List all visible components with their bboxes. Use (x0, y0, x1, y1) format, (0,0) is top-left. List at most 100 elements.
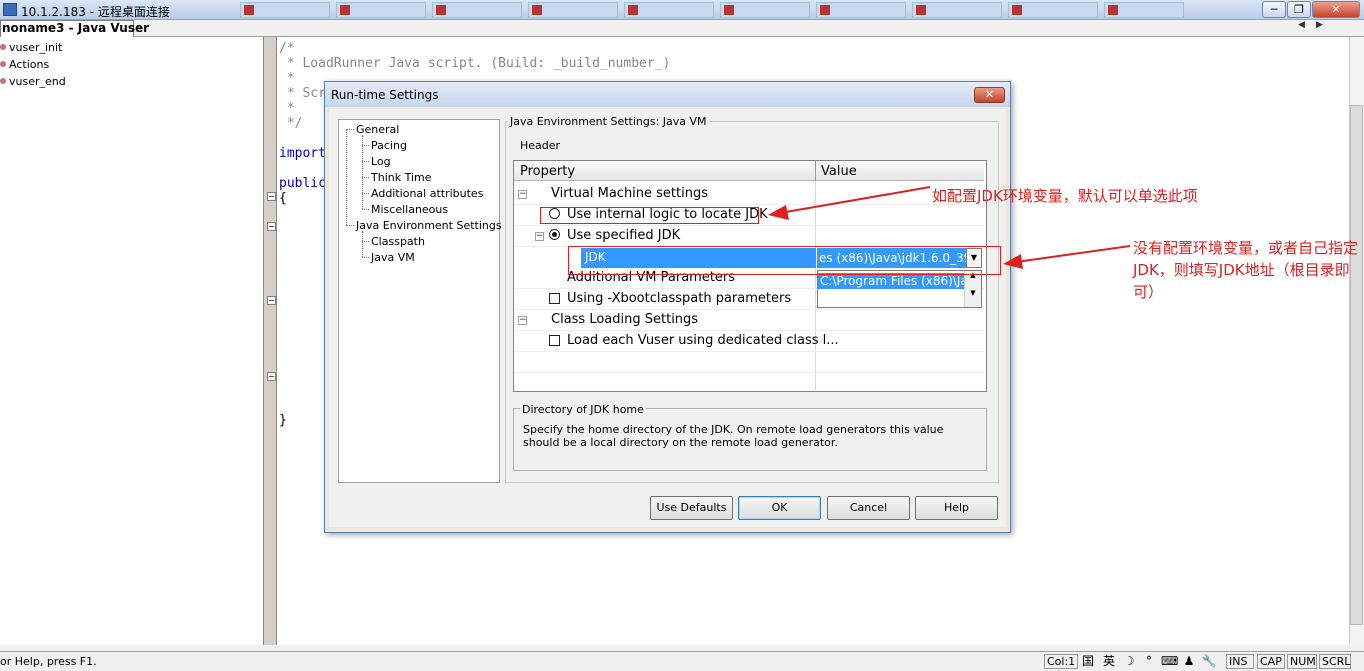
ime-settings-icon[interactable]: 🔧 (1201, 653, 1217, 669)
annotation-box-jdk (568, 246, 1001, 275)
ime-skin-icon[interactable]: ♟ (1181, 653, 1197, 669)
taskbar-tab[interactable] (624, 2, 714, 18)
taskbar-tab[interactable] (336, 2, 426, 18)
tree-item-vuser-end[interactable]: vuser_end (0, 75, 66, 88)
ime-moon-icon[interactable]: ☽ (1121, 653, 1137, 669)
fold-toggle-icon[interactable]: − (267, 372, 276, 381)
status-help-text: or Help, press F1. (0, 655, 97, 668)
app-icon (244, 5, 254, 15)
tree-connector (346, 129, 347, 225)
code-line: import (279, 146, 326, 161)
taskbar-tab[interactable] (1104, 2, 1184, 18)
row-divider (514, 309, 984, 310)
column-property[interactable]: Property (520, 164, 575, 179)
column-divider[interactable] (815, 161, 816, 181)
checkbox-load-each-vuser[interactable] (549, 335, 560, 346)
help-button[interactable]: Help (915, 496, 998, 520)
status-cap: CAP (1257, 654, 1285, 669)
app-icon (532, 5, 542, 15)
nav-pacing[interactable]: Pacing (371, 139, 407, 152)
row-load-each-vuser[interactable]: Load each Vuser using dedicated class l.… (567, 333, 839, 348)
action-icon (0, 44, 6, 50)
nav-log[interactable]: Log (371, 155, 391, 168)
taskbar-tab[interactable] (912, 2, 1002, 18)
pane-splitter[interactable] (263, 37, 277, 645)
row-vm-settings: Virtual Machine settings (551, 186, 709, 201)
group-title: Java Environment Settings: Java VM (508, 115, 709, 128)
script-tab[interactable]: noname3 - Java Vuser (0, 20, 149, 37)
taskbar-tab[interactable] (1008, 2, 1098, 18)
nav-classpath[interactable]: Classpath (371, 235, 425, 248)
tree-connector (362, 145, 369, 146)
restore-button[interactable]: ❐ (1287, 1, 1311, 18)
status-scrl: SCRL (1319, 654, 1351, 669)
tree-connector (362, 161, 369, 162)
code-line: * LoadRunner Java script. (Build: _build… (279, 56, 671, 71)
tree-connector (346, 129, 354, 130)
scroll-down-icon[interactable]: ▼ (965, 289, 981, 297)
radio-use-specified[interactable] (549, 229, 560, 240)
tree-item-vuser-init[interactable]: vuser_init (0, 41, 62, 54)
row-divider (514, 372, 984, 373)
ime-punctuation-icon[interactable]: ° (1141, 653, 1157, 669)
collapse-icon[interactable]: − (518, 316, 527, 325)
dialog-close-button[interactable]: ✕ (974, 87, 1005, 103)
row-divider (514, 351, 984, 352)
close-button[interactable]: ✕ (1312, 1, 1360, 18)
code-line: { (279, 191, 287, 206)
ok-button[interactable]: OK (738, 496, 821, 520)
taskbar-tab[interactable] (816, 2, 906, 18)
ime-mode-icon[interactable]: 国 (1080, 653, 1096, 669)
nav-java-environment-settings[interactable]: Java Environment Settings (356, 219, 502, 232)
tree-connector (362, 209, 369, 210)
ime-keyboard-icon[interactable]: ⌨ (1161, 653, 1178, 669)
app-icon (1012, 5, 1022, 15)
action-icon (0, 61, 6, 67)
collapse-icon[interactable]: − (535, 232, 544, 241)
nav-think-time[interactable]: Think Time (371, 171, 432, 184)
tab-scroll-right-icon[interactable]: ▶ (1316, 20, 1323, 30)
tree-connector (362, 241, 369, 242)
description-text: Specify the home directory of the JDK. O… (523, 423, 944, 449)
tab-scroll-left-icon[interactable]: ◀ (1298, 20, 1305, 30)
scrollbar-thumb[interactable] (1350, 105, 1363, 625)
app-icon (436, 5, 446, 15)
row-xbootclasspath[interactable]: Using -Xbootclasspath parameters (567, 291, 791, 306)
fold-toggle-icon[interactable]: − (267, 296, 276, 305)
tree-connector (346, 225, 354, 226)
row-divider (514, 204, 984, 205)
taskbar-tab[interactable] (720, 2, 810, 18)
nav-miscellaneous[interactable]: Miscellaneous (371, 203, 448, 216)
annotation-box-internal (540, 207, 759, 224)
minimize-button[interactable]: ─ (1262, 1, 1286, 18)
checkbox-xbootclasspath[interactable] (549, 293, 560, 304)
fold-toggle-icon[interactable]: − (267, 192, 276, 201)
taskbar-tab[interactable] (240, 2, 330, 18)
column-value[interactable]: Value (821, 164, 857, 179)
row-use-specified[interactable]: Use specified JDK (567, 228, 680, 243)
use-defaults-button[interactable]: Use Defaults (650, 496, 733, 520)
code-line: public (279, 176, 326, 191)
annotation-note-1: 如配置JDK环境变量，默认可以单选此项 (932, 187, 1198, 205)
ime-language-icon[interactable]: 英 (1101, 653, 1117, 669)
row-divider (514, 225, 984, 226)
action-tree (0, 37, 263, 645)
code-line: } (279, 413, 287, 428)
collapse-icon[interactable]: − (518, 190, 527, 199)
dropdown-option[interactable]: C:\Program Files (x86)\Java (818, 273, 964, 289)
status-num: NUM (1287, 654, 1317, 669)
app-icon (340, 5, 350, 15)
app-icon (724, 5, 734, 15)
cancel-button[interactable]: Cancel (827, 496, 910, 520)
row-class-loading: Class Loading Settings (551, 312, 699, 327)
dropdown-scrollbar[interactable]: ▲ ▼ (964, 271, 981, 307)
nav-general[interactable]: General (356, 123, 399, 136)
column-divider (815, 161, 816, 390)
nav-java-vm[interactable]: Java VM (371, 251, 415, 264)
taskbar-tab[interactable] (432, 2, 522, 18)
tree-item-actions[interactable]: Actions (0, 58, 49, 71)
taskbar-tab[interactable] (528, 2, 618, 18)
fold-toggle-icon[interactable]: − (267, 222, 276, 231)
grid-header (514, 161, 984, 181)
nav-additional-attributes[interactable]: Additional attributes (371, 187, 483, 200)
